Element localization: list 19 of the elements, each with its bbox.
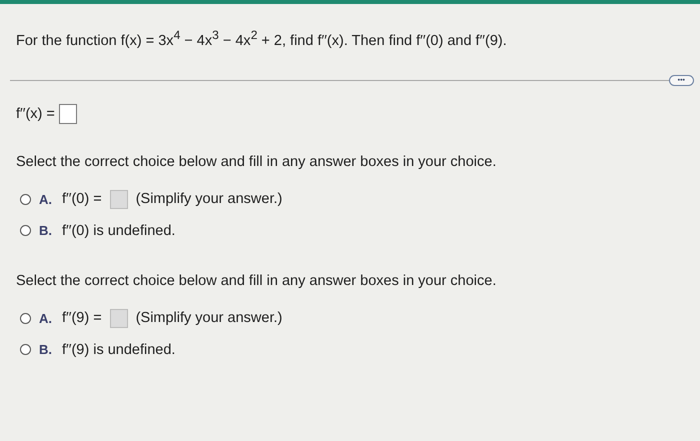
radio-button[interactable] — [20, 344, 31, 356]
choice-letter: A. — [39, 192, 52, 207]
choice-text: f′′(9) is undefined. — [62, 342, 176, 358]
instruction-text: Select the correct choice below and fill in any answer boxes in your choice. — [16, 272, 498, 289]
choice-letter: A. — [39, 310, 52, 326]
question-text: For the function f(x) = 3x$^{4}$ − 4x$^{3}$ − 4x$^{2}$ + 2, find f′′(x). Then find f′′(0) and f′′(9). — [16, 27, 508, 49]
choice-text: f′′(0) is undefined. — [62, 222, 176, 239]
answer-label: f′′(x) = — [16, 106, 55, 122]
choice-text: f′′(0) = — [62, 191, 102, 208]
choice-text: f′′(9) = — [62, 310, 102, 326]
radio-button[interactable] — [20, 225, 31, 236]
hint-text: (Simplify your answer.) — [136, 310, 282, 326]
hint-text: (Simplify your answer.) — [136, 191, 282, 208]
choice-letter: B. — [39, 342, 52, 358]
radio-button[interactable] — [20, 194, 31, 205]
choice-letter: B. — [39, 223, 52, 238]
radio-button[interactable] — [20, 312, 31, 324]
answer-box[interactable] — [58, 104, 77, 124]
instruction-text: Select the correct choice below and fill in any answer boxes in your choice. — [16, 154, 498, 170]
